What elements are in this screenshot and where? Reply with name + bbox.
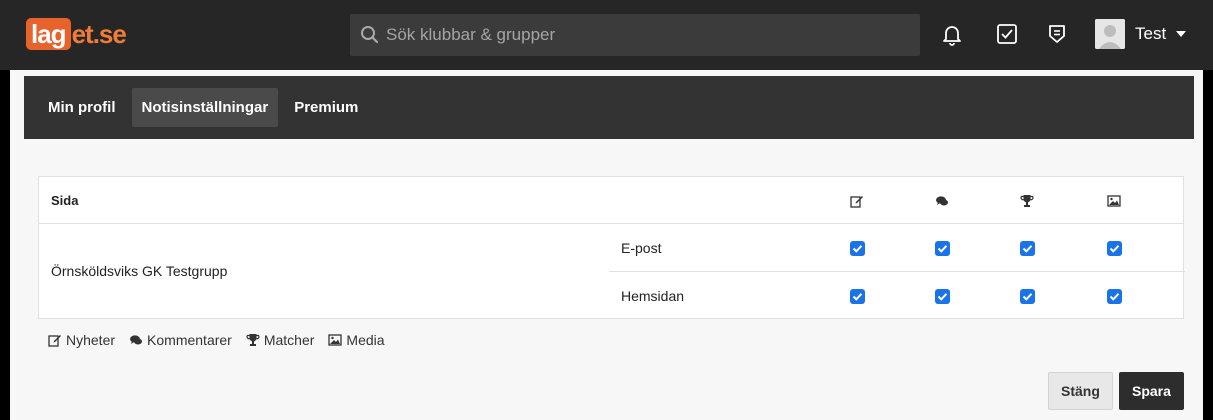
legend-item: Kommentarer: [129, 332, 232, 348]
user-name: Test: [1135, 24, 1167, 43]
checkmark-icon: [937, 293, 948, 301]
icon-legend: Nyheter Kommentarer Matcher Media: [48, 332, 399, 348]
checkmark-icon: [1109, 245, 1120, 253]
close-button[interactable]: Stäng: [1048, 372, 1113, 410]
checkbox-site-kommentarer[interactable]: [935, 289, 950, 304]
checkbox-email-nyheter[interactable]: [850, 241, 865, 256]
tab-min-profil[interactable]: Min profil: [38, 88, 126, 127]
laget-logo[interactable]: lag et.se: [26, 16, 127, 52]
legend-item: Matcher: [246, 332, 315, 348]
checkbox-email-kommentarer[interactable]: [935, 241, 950, 256]
bell-icon[interactable]: [940, 22, 964, 46]
checkbox-email-matcher[interactable]: [1020, 241, 1035, 256]
column-header-page: Sida: [51, 193, 79, 208]
trophy-icon: [1020, 195, 1034, 207]
checkmark-icon: [937, 245, 948, 253]
chevron-down-icon: [1176, 31, 1187, 37]
table-header: Sida: [39, 177, 1183, 224]
comments-icon: [130, 335, 143, 345]
checkbox-site-media[interactable]: [1107, 289, 1122, 304]
user-silhouette-icon: [1095, 19, 1125, 49]
channel-label: Hemsidan: [621, 288, 685, 304]
tab-notisinstallningar[interactable]: Notisinställningar: [131, 88, 279, 127]
checkbox-site-matcher[interactable]: [1020, 289, 1035, 304]
save-button[interactable]: Spara: [1119, 372, 1184, 410]
checkmark-icon: [1022, 245, 1033, 253]
table-row: E-post: [609, 225, 1185, 272]
checkbox-email-media[interactable]: [1107, 241, 1122, 256]
page-name: Örnsköldsviks GK Testgrupp: [51, 263, 228, 279]
legend-label: Matcher: [263, 332, 315, 348]
profile-tabs: Min profil Notisinställningar Premium: [24, 76, 1194, 139]
edit-icon: [48, 335, 61, 347]
settings-content: Min profil Notisinställningar Premium Si…: [10, 70, 1203, 420]
logo-text: et.se: [71, 18, 127, 49]
search-bar[interactable]: [350, 14, 920, 56]
search-input[interactable]: [386, 25, 906, 45]
checkmark-icon: [1109, 293, 1120, 301]
tab-premium[interactable]: Premium: [284, 88, 368, 127]
legend-label: Media: [346, 332, 385, 348]
comments-icon: [936, 196, 948, 206]
avatar: [1095, 19, 1125, 49]
edit-icon: [850, 196, 863, 208]
legend-label: Nyheter: [66, 332, 116, 348]
legend-item: Nyheter: [48, 332, 115, 348]
image-icon: [328, 334, 343, 346]
checklist-icon[interactable]: [995, 22, 1019, 46]
search-icon: [361, 26, 379, 44]
user-menu[interactable]: Test: [1095, 16, 1187, 52]
checkmark-icon: [1022, 293, 1033, 301]
shield-list-icon[interactable]: [1045, 22, 1069, 46]
channel-label: E-post: [621, 240, 662, 256]
logo-mark: lag: [26, 18, 71, 50]
notification-settings-table: Sida Örnsköldsviks GK Testgrupp E-post H…: [38, 176, 1185, 320]
top-navbar: laget.se Test: [0, 0, 1213, 70]
trophy-icon: [246, 334, 260, 346]
legend-item: Media: [328, 332, 385, 348]
checkmark-icon: [852, 293, 863, 301]
table-row: Hemsidan: [609, 273, 1185, 320]
checkbox-site-nyheter[interactable]: [850, 289, 865, 304]
image-icon: [1107, 195, 1121, 207]
checkmark-icon: [852, 245, 863, 253]
legend-label: Kommentarer: [147, 332, 232, 348]
